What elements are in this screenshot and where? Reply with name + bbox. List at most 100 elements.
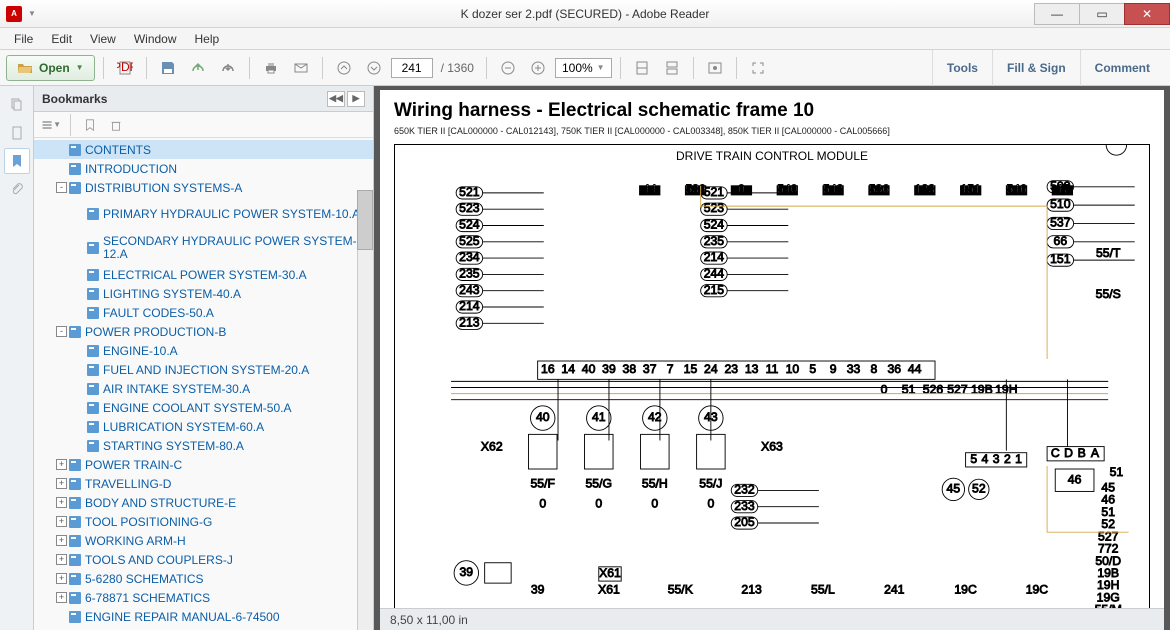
svg-text:205: 205	[734, 515, 755, 529]
scroll-mode-button[interactable]	[659, 55, 685, 81]
create-pdf-button[interactable]: PDF	[112, 55, 138, 81]
separator	[322, 57, 323, 79]
svg-text:23: 23	[724, 362, 738, 376]
svg-text:5: 5	[809, 362, 816, 376]
svg-text:33: 33	[847, 362, 861, 376]
bookmark-item[interactable]: ELECTRICAL POWER SYSTEM-30.A	[34, 265, 373, 284]
tree-toggle[interactable]: +	[56, 592, 67, 603]
svg-text:D: D	[1064, 446, 1073, 460]
svg-text:536: 536	[869, 182, 890, 196]
fill-sign-panel-button[interactable]: Fill & Sign	[992, 50, 1080, 86]
bookmark-item[interactable]: +WORKING ARM-H	[34, 531, 373, 550]
tree-toggle[interactable]: -	[56, 326, 67, 337]
page-up-button[interactable]	[331, 55, 357, 81]
bookmark-item[interactable]: FUEL AND INJECTION SYSTEM-20.A	[34, 360, 373, 379]
comment-panel-button[interactable]: Comment	[1080, 50, 1164, 86]
menu-help[interactable]: Help	[187, 30, 228, 48]
bookmark-item[interactable]: CONTENTS	[34, 140, 373, 159]
svg-text:542: 542	[823, 182, 844, 196]
page-down-button[interactable]	[361, 55, 387, 81]
svg-text:66: 66	[1054, 234, 1068, 248]
svg-text:PDF: PDF	[117, 60, 133, 74]
page-number-input[interactable]	[391, 58, 433, 78]
svg-text:213: 213	[741, 582, 762, 596]
bookmark-item[interactable]: ENGINE REPAIR MANUAL-6-74500	[34, 607, 373, 626]
svg-text:55/F: 55/F	[531, 476, 555, 490]
bookmark-item[interactable]: ENGINE-10.A	[34, 341, 373, 360]
email-button[interactable]	[288, 55, 314, 81]
bookmark-item[interactable]: AIR INTAKE SYSTEM-30.A	[34, 379, 373, 398]
pdf-page[interactable]: Wiring harness - Electrical schematic fr…	[380, 90, 1164, 608]
bookmark-item[interactable]: +5-6280 SCHEMATICS	[34, 569, 373, 588]
tree-toggle[interactable]: +	[56, 535, 67, 546]
scrollbar-track[interactable]	[357, 190, 373, 630]
bookmarks-tree[interactable]: CONTENTS INTRODUCTION -DISTRIBUTION SYSTEM…	[34, 138, 373, 630]
tree-toggle[interactable]: +	[56, 478, 67, 489]
svg-text:527: 527	[947, 383, 968, 397]
zoom-out-button[interactable]	[495, 55, 521, 81]
tree-toggle[interactable]: +	[56, 459, 67, 470]
bookmark-label: INTRODUCTION	[85, 162, 177, 176]
maximize-button[interactable]: ▭	[1079, 3, 1125, 25]
tree-toggle[interactable]: +	[56, 573, 67, 584]
scrollbar-thumb[interactable]	[357, 190, 373, 250]
zoom-in-button[interactable]	[525, 55, 551, 81]
read-mode-button[interactable]	[702, 55, 728, 81]
bookmark-options-button[interactable]: ▼	[40, 114, 62, 136]
bookmark-item[interactable]: -DISTRIBUTION SYSTEMS-A	[34, 178, 373, 197]
new-bookmark-button[interactable]	[79, 114, 101, 136]
bookmark-item[interactable]: +TRAVELLING-D	[34, 474, 373, 493]
upload-button[interactable]	[185, 55, 211, 81]
bookmark-item[interactable]: LUBRICATION SYSTEM-60.A	[34, 417, 373, 436]
tree-toggle[interactable]: +	[56, 554, 67, 565]
menu-window[interactable]: Window	[126, 30, 185, 48]
bookmark-item[interactable]: LIGHTING SYSTEM-40.A	[34, 284, 373, 303]
bookmark-prev-button[interactable]: ◀◀	[327, 91, 345, 107]
bookmark-item[interactable]: STARTING SYSTEM-80.A	[34, 436, 373, 455]
tree-toggle[interactable]: +	[56, 516, 67, 527]
bookmark-item[interactable]: FAULT CODES-50.A	[34, 303, 373, 322]
bookmark-item[interactable]: +6-78871 SCHEMATICS	[34, 588, 373, 607]
bookmark-next-button[interactable]: ▶	[347, 91, 365, 107]
attachments-icon[interactable]	[4, 176, 30, 202]
bookmark-item[interactable]: INTRODUCTION	[34, 159, 373, 178]
print-button[interactable]	[258, 55, 284, 81]
download-button[interactable]	[215, 55, 241, 81]
svg-text:55/M: 55/M	[1095, 603, 1122, 608]
bookmark-item[interactable]: +TOOL POSITIONING-G	[34, 512, 373, 531]
svg-text:13: 13	[745, 362, 759, 376]
bookmark-item[interactable]: -POWER PRODUCTION-B	[34, 322, 373, 341]
delete-bookmark-button[interactable]	[105, 114, 127, 136]
svg-text:215: 215	[704, 283, 725, 297]
svg-text:16: 16	[541, 362, 555, 376]
app-menu-dropdown[interactable]: ▼	[28, 9, 36, 18]
bookmark-item[interactable]: SECONDARY HYDRAULIC POWER SYSTEM-12.A	[34, 231, 373, 265]
svg-text:51: 51	[1110, 465, 1124, 479]
bookmark-item[interactable]: +POWER TRAIN-C	[34, 455, 373, 474]
svg-text:55/T: 55/T	[1096, 246, 1121, 260]
tools-panel-button[interactable]: Tools	[932, 50, 992, 86]
bookmark-item[interactable]: +BODY AND STRUCTURE-E	[34, 493, 373, 512]
bookmark-label: SECONDARY HYDRAULIC POWER SYSTEM-12.A	[103, 235, 369, 261]
fullscreen-button[interactable]	[745, 55, 771, 81]
close-button[interactable]: ✕	[1124, 3, 1170, 25]
zoom-level-select[interactable]: 100%▼	[555, 58, 612, 78]
bookmark-icon	[87, 208, 99, 220]
bookmark-item[interactable]: ENGINE COOLANT SYSTEM-50.A	[34, 398, 373, 417]
open-button[interactable]: Open ▼	[6, 55, 95, 81]
tree-toggle[interactable]: +	[56, 497, 67, 508]
window-titlebar: A ▼ K dozer ser 2.pdf (SECURED) - Adobe …	[0, 0, 1170, 28]
menu-view[interactable]: View	[82, 30, 124, 48]
bookmarks-icon[interactable]	[4, 148, 30, 174]
minimize-button[interactable]: —	[1034, 3, 1080, 25]
menu-edit[interactable]: Edit	[43, 30, 80, 48]
bookmark-item[interactable]: PRIMARY HYDRAULIC POWER SYSTEM-10.A	[34, 197, 373, 231]
bookmark-item[interactable]: +TOOLS AND COUPLERS-J	[34, 550, 373, 569]
tree-toggle[interactable]: -	[56, 182, 67, 193]
page-nav-icon[interactable]	[4, 120, 30, 146]
save-button[interactable]	[155, 55, 181, 81]
fit-page-button[interactable]	[629, 55, 655, 81]
thumbnails-icon[interactable]	[4, 92, 30, 118]
menu-file[interactable]: File	[6, 30, 41, 48]
separator	[620, 57, 621, 79]
